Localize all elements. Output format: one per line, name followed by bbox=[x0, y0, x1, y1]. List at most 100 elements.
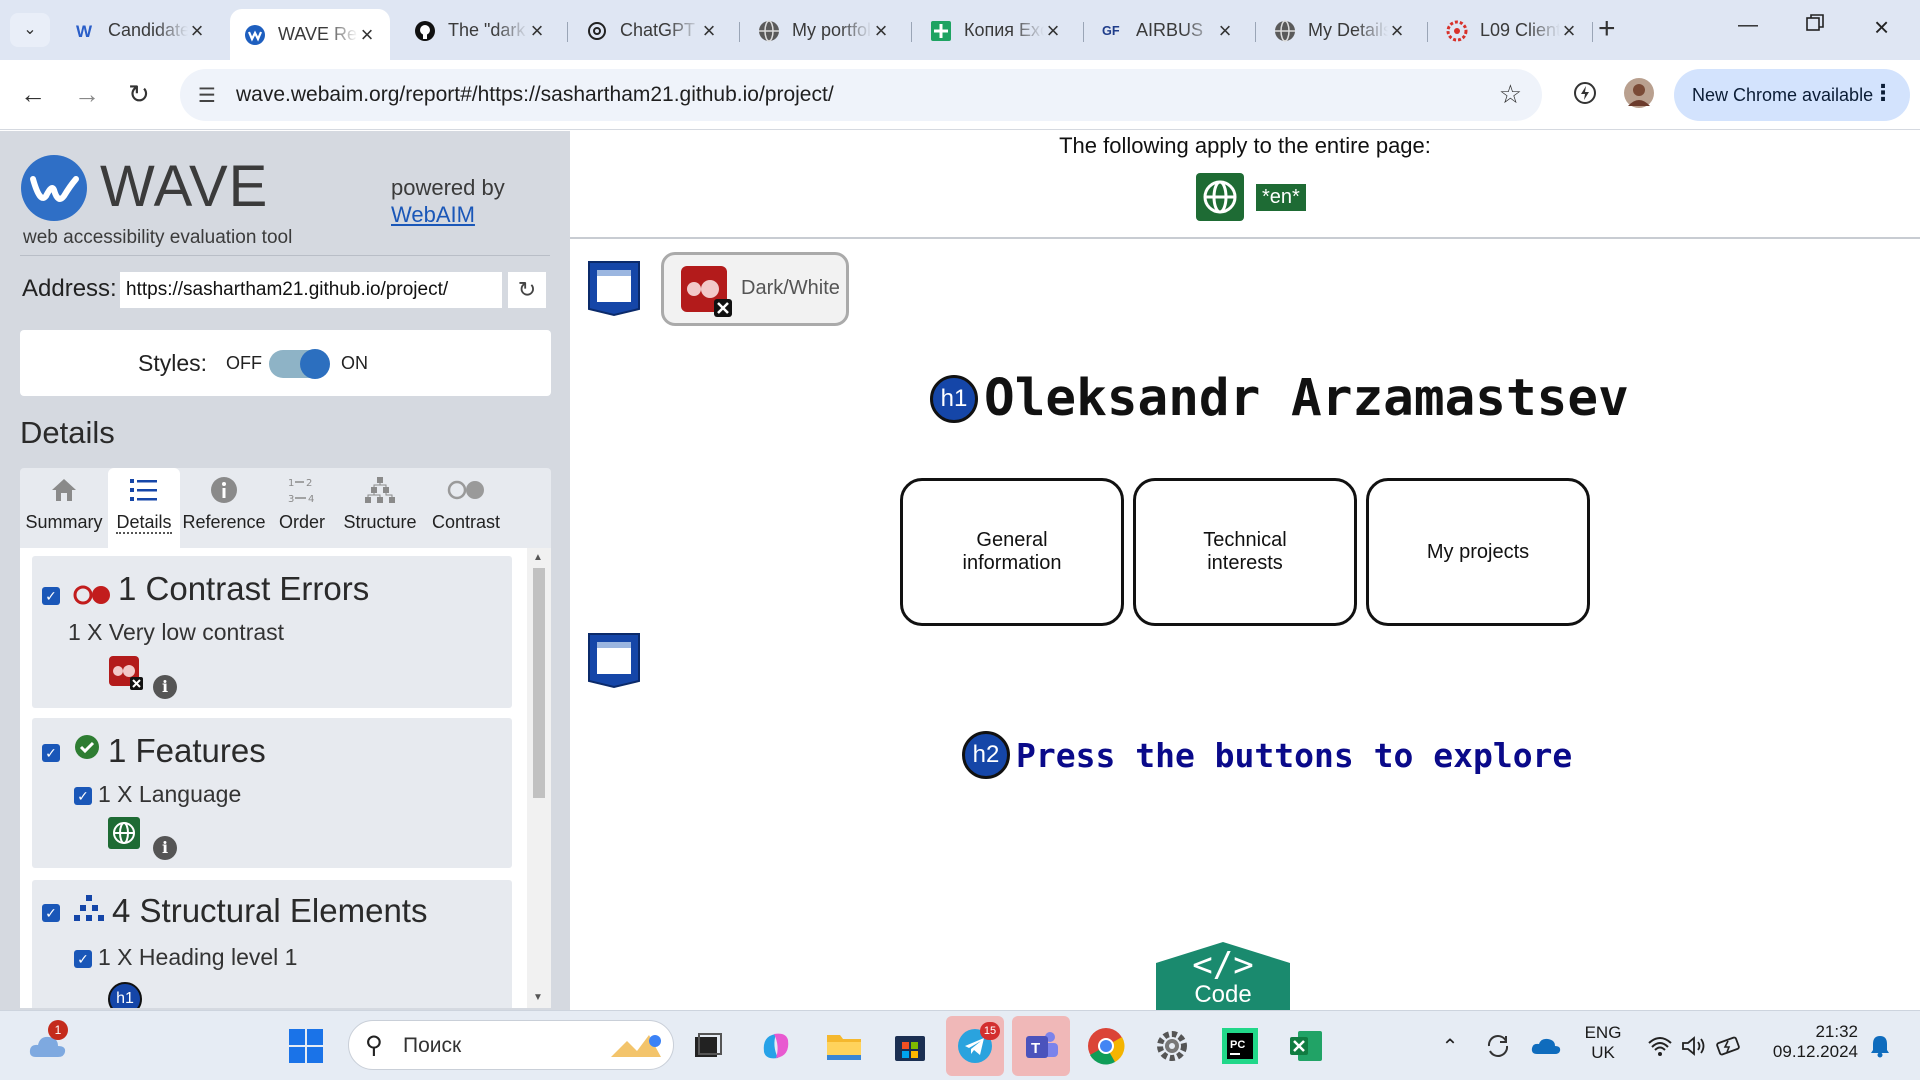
language-badge[interactable]: *en* bbox=[1256, 183, 1306, 211]
weather-widget[interactable]: 1 bbox=[28, 1020, 68, 1066]
language-indicator[interactable]: ENG UK bbox=[1580, 1023, 1626, 1063]
language-globe-icon[interactable] bbox=[108, 817, 140, 849]
site-settings-icon[interactable]: ☰ bbox=[198, 83, 216, 108]
language-checkbox[interactable]: ✓ bbox=[74, 787, 92, 805]
tab-separator bbox=[1255, 22, 1256, 42]
h1-badge-icon[interactable]: h1 bbox=[108, 982, 142, 1008]
language-globe-icon[interactable] bbox=[1196, 173, 1244, 221]
dark-white-toggle-button[interactable]: Dark/White bbox=[661, 252, 849, 326]
close-icon[interactable]: × bbox=[188, 18, 206, 44]
restore-button[interactable] bbox=[1806, 14, 1824, 38]
notifications-button[interactable] bbox=[1860, 1026, 1900, 1066]
tab-reference[interactable]: Reference bbox=[180, 468, 268, 548]
tab-order[interactable]: 1 2 3 4 Order bbox=[268, 468, 336, 548]
performance-icon[interactable] bbox=[1572, 80, 1598, 111]
tab-structure[interactable]: Structure bbox=[336, 468, 424, 548]
avatar[interactable] bbox=[1624, 78, 1654, 113]
info-icon[interactable]: i bbox=[153, 836, 177, 860]
region-icon[interactable] bbox=[586, 259, 642, 317]
address-refresh-button[interactable]: ↻ bbox=[508, 272, 546, 308]
tab-candidate[interactable]: W Candidate × bbox=[60, 9, 220, 52]
bookmark-star-icon[interactable]: ☆ bbox=[1499, 79, 1522, 110]
tab-contrast[interactable]: Contrast bbox=[424, 468, 508, 548]
contrast-error-icon[interactable] bbox=[108, 655, 144, 691]
excel-button[interactable] bbox=[1286, 1026, 1326, 1066]
start-button[interactable] bbox=[286, 1026, 326, 1066]
pycharm-button[interactable]: PC bbox=[1220, 1026, 1260, 1066]
my-projects-button[interactable]: My projects bbox=[1366, 478, 1590, 626]
scroll-thumb[interactable] bbox=[533, 568, 545, 798]
minimize-button[interactable]: — bbox=[1738, 14, 1758, 37]
tab-portfolio[interactable]: My portfolio × bbox=[744, 9, 904, 52]
tab-github[interactable]: The "dark theme" × bbox=[400, 9, 560, 52]
close-icon[interactable]: × bbox=[700, 18, 718, 44]
volume-icon[interactable] bbox=[1674, 1026, 1714, 1066]
region-icon[interactable] bbox=[586, 631, 642, 689]
address-input[interactable] bbox=[120, 272, 502, 308]
more-vert-icon[interactable]: ⋮ bbox=[1872, 80, 1894, 106]
close-icon[interactable]: × bbox=[1388, 18, 1406, 44]
technical-interests-button[interactable]: Technical interests bbox=[1133, 478, 1357, 626]
new-chrome-available-button[interactable]: New Chrome available ⋮ bbox=[1674, 69, 1910, 121]
tab-l09-client[interactable]: L09 Client × bbox=[1432, 9, 1592, 52]
general-information-button[interactable]: General information bbox=[900, 478, 1124, 626]
info-icon[interactable]: i bbox=[153, 675, 177, 699]
tab-wave-report[interactable]: WAVE Report × bbox=[230, 9, 390, 60]
teams-button[interactable]: T bbox=[1012, 1016, 1070, 1076]
contrast-errors-checkbox[interactable]: ✓ bbox=[42, 587, 60, 605]
sync-button[interactable] bbox=[1478, 1026, 1518, 1066]
battery-icon[interactable] bbox=[1710, 1026, 1750, 1066]
notification-badge: 1 bbox=[48, 1020, 68, 1040]
microsoft-store-button[interactable] bbox=[890, 1026, 930, 1066]
close-window-button[interactable]: × bbox=[1874, 12, 1889, 43]
page-wide-label: The following apply to the entire page: bbox=[1059, 133, 1431, 158]
close-icon[interactable]: × bbox=[358, 22, 376, 48]
back-button[interactable]: ← bbox=[20, 80, 46, 108]
settings-button[interactable] bbox=[1152, 1026, 1192, 1066]
svg-text:T: T bbox=[1031, 1040, 1040, 1057]
close-icon[interactable]: × bbox=[1560, 18, 1578, 44]
close-icon[interactable]: × bbox=[872, 18, 890, 44]
tab-search-button[interactable]: ⌄ bbox=[10, 13, 50, 47]
copilot-button[interactable] bbox=[756, 1026, 796, 1066]
scroll-down-icon[interactable]: ▼ bbox=[533, 992, 543, 1003]
tab-details[interactable]: Details bbox=[108, 468, 180, 548]
panel-scrollbar[interactable]: ▲ ▼ bbox=[527, 548, 551, 1008]
tab-airbus[interactable]: GF AIRBUS × bbox=[1088, 9, 1248, 52]
h2-badge-icon[interactable]: h2 bbox=[962, 731, 1010, 779]
structural-elements-checkbox[interactable]: ✓ bbox=[42, 904, 60, 922]
close-icon[interactable]: × bbox=[528, 18, 546, 44]
close-icon[interactable]: × bbox=[1216, 18, 1234, 44]
scroll-up-icon[interactable]: ▲ bbox=[533, 552, 543, 563]
styles-toggle[interactable] bbox=[269, 349, 330, 379]
url-text[interactable]: wave.webaim.org/report#/https://sasharth… bbox=[236, 83, 834, 107]
info-icon bbox=[211, 477, 237, 503]
onedrive-button[interactable] bbox=[1526, 1026, 1566, 1066]
tab-summary[interactable]: Summary bbox=[20, 468, 108, 548]
new-tab-button[interactable]: + bbox=[1598, 14, 1616, 44]
file-explorer-button[interactable] bbox=[824, 1026, 864, 1066]
svg-text:4: 4 bbox=[308, 494, 314, 505]
tab-chatgpt[interactable]: ChatGPT × bbox=[572, 9, 732, 52]
telegram-button[interactable]: 15 bbox=[946, 1016, 1004, 1076]
forward-button[interactable]: → bbox=[74, 80, 100, 108]
heading-level-1-checkbox[interactable]: ✓ bbox=[74, 950, 92, 968]
tab-separator bbox=[739, 22, 740, 42]
features-checkbox[interactable]: ✓ bbox=[42, 744, 60, 762]
taskbar-search[interactable]: ⚲ Поиск bbox=[348, 1020, 674, 1070]
tab-my-details[interactable]: My Details × bbox=[1260, 9, 1420, 52]
report-content: The following apply to the entire page: … bbox=[570, 131, 1920, 1010]
reload-button[interactable]: ↻ bbox=[128, 80, 150, 108]
clock[interactable]: 21:32 09.12.2024 bbox=[1764, 1022, 1858, 1062]
code-button[interactable]: </> Code bbox=[1154, 941, 1292, 1010]
tab-title: AIRBUS bbox=[1136, 20, 1204, 40]
tab-sheets[interactable]: Копия Excel × bbox=[916, 9, 1076, 52]
webaim-link[interactable]: WebAIM bbox=[391, 202, 475, 228]
chrome-button[interactable] bbox=[1086, 1026, 1126, 1066]
task-view-button[interactable] bbox=[688, 1026, 728, 1066]
contrast-error-icon[interactable] bbox=[680, 265, 734, 319]
address-bar[interactable]: ☰ wave.webaim.org/report#/https://sashar… bbox=[180, 69, 1542, 121]
close-icon[interactable]: × bbox=[1044, 18, 1062, 44]
show-hidden-icons-button[interactable]: ⌃ bbox=[1430, 1026, 1470, 1066]
h1-badge-icon[interactable]: h1 bbox=[930, 374, 978, 423]
